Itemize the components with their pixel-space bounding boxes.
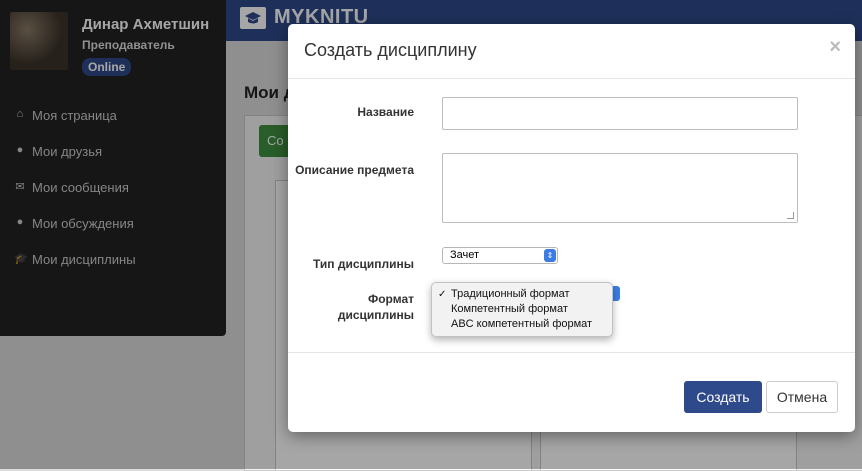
format-dropdown-menu: ✓ Традиционный формат Компетентный форма… [431, 282, 613, 337]
cancel-button[interactable]: Отмена [766, 381, 838, 413]
format-option-traditional[interactable]: ✓ Традиционный формат [432, 287, 612, 302]
format-select[interactable] [612, 286, 620, 301]
close-icon[interactable]: × [829, 36, 841, 59]
type-select[interactable]: Зачет ⇕ [442, 247, 558, 264]
type-label: Тип дисциплины [313, 257, 414, 271]
format-label-line2: дисциплины [337, 308, 414, 322]
type-select-value: Зачет [450, 249, 480, 261]
format-label: Формат дисциплины [288, 291, 414, 323]
select-arrows-icon: ⇕ [544, 249, 556, 262]
resize-handle-icon[interactable] [787, 212, 794, 219]
description-textarea[interactable] [442, 153, 798, 223]
name-label: Название [357, 105, 414, 119]
modal-header: Создать дисциплину × [288, 24, 855, 79]
create-button[interactable]: Создать [684, 381, 762, 413]
create-discipline-modal: Создать дисциплину × Название Описание п… [288, 24, 855, 432]
modal-title: Создать дисциплину [304, 40, 477, 60]
description-label: Описание предмета [295, 163, 414, 177]
option-label: Традиционный формат [451, 288, 570, 300]
checkmark-icon: ✓ [438, 289, 447, 300]
option-label: ABC компетентный формат [451, 318, 593, 330]
format-option-abc-competent[interactable]: ABC компетентный формат [432, 317, 612, 332]
format-label-line1: Формат [367, 292, 414, 306]
name-input[interactable] [442, 97, 798, 130]
option-label: Компетентный формат [451, 303, 568, 315]
format-option-competent[interactable]: Компетентный формат [432, 302, 612, 317]
